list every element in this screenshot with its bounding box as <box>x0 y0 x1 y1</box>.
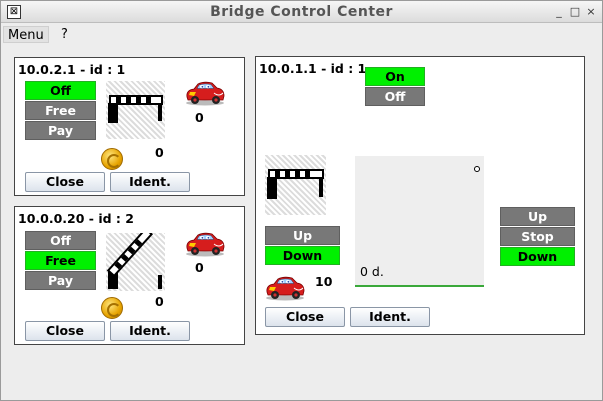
maximize-icon[interactable]: □ <box>568 5 582 19</box>
coin-count: 0 <box>155 294 164 309</box>
mode-off-button[interactable]: Off <box>25 81 96 100</box>
power-on-button[interactable]: On <box>365 67 425 86</box>
deck-monitor: 0 d. <box>355 156 484 287</box>
title-bar[interactable]: ⊠ Bridge Control Center _ □ × <box>1 1 602 23</box>
deck-up-button[interactable]: Up <box>500 207 575 226</box>
deck-angle: 0 d. <box>360 264 384 279</box>
barrier-panel-1: 10.0.2.1 - id : 1 Off Free Pay 0 0 Close… <box>14 57 245 196</box>
mode-off-button[interactable]: Off <box>25 231 96 250</box>
barrier-up-button[interactable]: Up <box>265 226 340 245</box>
menu-main[interactable]: Menu <box>3 26 49 43</box>
barrier-down-button[interactable]: Down <box>265 246 340 265</box>
window-title: Bridge Control Center <box>210 4 393 20</box>
close-button[interactable]: Close <box>25 172 105 192</box>
bridge-barrier-icon <box>265 155 326 215</box>
barrier-2-title: 10.0.0.20 - id : 2 <box>18 211 134 226</box>
deck-down-button[interactable]: Down <box>500 247 575 266</box>
close-window-icon[interactable]: × <box>584 5 598 19</box>
app-window: ⊠ Bridge Control Center _ □ × Menu ? 10.… <box>0 0 603 401</box>
minimize-icon[interactable]: _ <box>552 5 566 19</box>
menu-help[interactable]: ? <box>57 26 72 43</box>
coin-count: 0 <box>155 145 164 160</box>
barrier-closed-icon <box>106 81 165 139</box>
mode-free-button[interactable]: Free <box>25 101 96 120</box>
barrier-open-icon <box>106 233 165 291</box>
power-off-button[interactable]: Off <box>365 87 425 106</box>
mode-pay-button[interactable]: Pay <box>25 121 96 140</box>
close-button[interactable]: Close <box>265 307 345 327</box>
car-count: 0 <box>195 260 204 275</box>
deck-stop-button[interactable]: Stop <box>500 227 575 246</box>
ident-button[interactable]: Ident. <box>110 321 190 341</box>
car-icon <box>184 80 226 106</box>
bridge-title: 10.0.1.1 - id : 1 <box>259 61 367 76</box>
ident-button[interactable]: Ident. <box>350 307 430 327</box>
bridge-panel: 10.0.1.1 - id : 1 On Off Up Down 10 0 d.… <box>255 56 585 335</box>
car-icon <box>184 231 226 257</box>
car-icon <box>264 275 306 301</box>
car-count: 0 <box>195 110 204 125</box>
menu-bar: Menu ? <box>1 24 602 44</box>
mode-free-button[interactable]: Free <box>25 251 96 270</box>
close-button[interactable]: Close <box>25 321 105 341</box>
bridge-car-count: 10 <box>315 274 333 289</box>
deck-marker <box>474 166 480 172</box>
barrier-panel-2: 10.0.0.20 - id : 2 Off Free Pay 0 0 Clos… <box>14 206 245 345</box>
coin-icon <box>101 148 123 170</box>
ident-button[interactable]: Ident. <box>110 172 190 192</box>
coin-icon <box>101 297 123 319</box>
mode-pay-button[interactable]: Pay <box>25 271 96 290</box>
barrier-1-title: 10.0.2.1 - id : 1 <box>18 62 126 77</box>
